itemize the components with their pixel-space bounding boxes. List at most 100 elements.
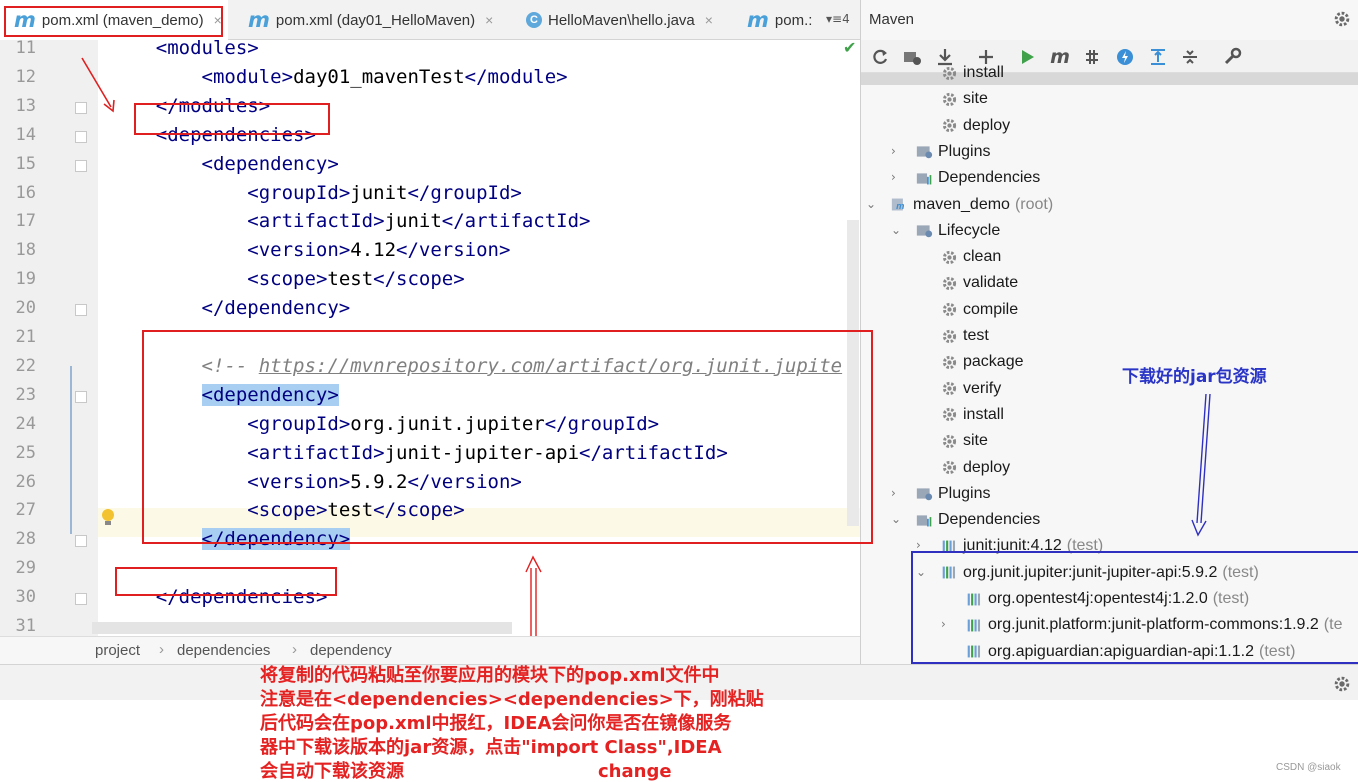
line-number: 20 [15, 298, 36, 319]
tab-overflow-menu[interactable]: ▾≡4 [826, 12, 850, 26]
tree-node[interactable]: package [941, 349, 1029, 375]
gear-icon [941, 249, 963, 266]
fold-toggle-icon[interactable] [75, 535, 87, 548]
tree-node[interactable]: deploy [941, 455, 1015, 481]
tab-hello-java[interactable]: C HelloMaven\hello.java × [518, 0, 743, 40]
tree-node[interactable]: compile [941, 297, 1023, 323]
code-line[interactable]: </dependency> [110, 294, 351, 323]
fold-toggle-icon[interactable] [75, 130, 87, 143]
breadcrumb-project[interactable]: project [95, 642, 140, 659]
tree-node[interactable]: Plugins [916, 481, 995, 507]
chevron-right-icon[interactable]: › [891, 486, 896, 500]
code-line[interactable]: <groupId>junit</groupId> [110, 179, 522, 208]
horizontal-scrollbar[interactable] [92, 622, 512, 634]
gear-icon [941, 433, 963, 450]
tab-pom-other[interactable]: m pom.: [745, 0, 823, 40]
tab-label: pom.xml (day01_HelloMaven) [275, 11, 476, 29]
breadcrumb: project › dependencies › dependency [0, 636, 860, 664]
gear-icon [941, 328, 963, 345]
maven-icon: m [248, 8, 270, 32]
chevron-down-icon[interactable]: ⌄ [866, 197, 876, 211]
toggle-offline-icon[interactable] [1081, 46, 1103, 68]
tree-node[interactable]: site [941, 428, 993, 454]
tree-node[interactable]: site [941, 86, 993, 112]
xml-tag: <module> [202, 66, 294, 88]
show-dependencies-icon[interactable] [1147, 46, 1169, 68]
tree-node[interactable]: validate [941, 270, 1023, 296]
tree-node[interactable]: Plugins [916, 139, 995, 165]
chevron-right-icon[interactable]: › [891, 170, 896, 184]
tag-part: artifactId [258, 210, 374, 233]
tree-node-label: Dependencies [938, 169, 1041, 187]
annotation-line: 器中下载该版本的jar资源，点击"import Class",IDEA [260, 737, 722, 758]
fold-toggle-icon[interactable] [75, 159, 87, 172]
gear-icon[interactable] [1333, 675, 1351, 693]
tag-part: < [247, 268, 259, 291]
tag-part: > [315, 268, 328, 291]
fold-toggle-icon[interactable] [75, 304, 87, 317]
tag-part: </ [201, 297, 225, 320]
tree-node[interactable]: clean [941, 244, 1006, 270]
chevron-down-icon[interactable]: ⌄ [891, 512, 901, 526]
fold-toggle-icon[interactable] [75, 593, 87, 606]
closing-tag: </module> [464, 65, 568, 88]
closing-tag: </groupId> [407, 181, 522, 204]
tree-node[interactable]: Dependencies [916, 165, 1045, 191]
breadcrumb-dependency[interactable]: dependency [310, 642, 392, 659]
execute-goal-icon[interactable]: m [1049, 46, 1071, 68]
annotation-box-dependencies-open [134, 103, 330, 135]
line-number: 25 [15, 442, 36, 463]
tree-node[interactable]: test [941, 323, 994, 349]
code-line[interactable]: <artifactId>junit</artifactId> [110, 207, 591, 236]
tag-part: modules [167, 40, 248, 59]
tree-node[interactable]: Dependencies [916, 507, 1045, 533]
tab-pom-day01[interactable]: m pom.xml (day01_HelloMaven) × [240, 0, 512, 40]
code-line[interactable]: <dependency> [110, 150, 339, 179]
gear-icon [941, 459, 963, 476]
collapse-all-icon[interactable] [1179, 46, 1201, 68]
generate-sources-icon[interactable] [901, 46, 923, 68]
tag-part: scope [258, 268, 316, 291]
tree-node[interactable]: install [941, 402, 1009, 428]
tag-part: > [338, 239, 351, 262]
close-icon[interactable]: × [705, 12, 713, 28]
tag-value: test [327, 268, 374, 291]
line-number: 27 [15, 500, 36, 521]
gear-icon [941, 117, 963, 134]
lightbulb-icon[interactable] [101, 508, 115, 528]
reload-icon[interactable] [869, 46, 891, 68]
tree-node[interactable]: install [941, 60, 1009, 86]
tree-node[interactable]: verify [941, 376, 1006, 402]
run-icon[interactable] [1016, 46, 1038, 68]
settings-wrench-icon[interactable] [1221, 46, 1243, 68]
maven-panel-title: Maven [869, 11, 915, 28]
breadcrumb-dependencies[interactable]: dependencies [177, 642, 270, 659]
code-line[interactable]: <modules> [110, 40, 259, 63]
tree-node[interactable]: m maven_demo (root) [891, 192, 1053, 218]
tag-part: < [155, 40, 168, 59]
line-number: 21 [15, 327, 36, 347]
folder-icon [916, 485, 938, 502]
annotation-line: 注意是在<dependencies><dependencies>下，刚粘贴 [260, 689, 764, 710]
tag-part: > [281, 65, 294, 88]
fold-toggle-icon[interactable] [75, 390, 87, 403]
xml-tag: <dependency> [202, 153, 339, 175]
tree-node[interactable]: deploy [941, 113, 1015, 139]
tree-node-label: compile [963, 300, 1019, 318]
line-number: 19 [15, 269, 36, 290]
closing-tag: </artifactId> [441, 210, 591, 233]
tree-node[interactable]: Lifecycle [916, 218, 1005, 244]
skip-tests-icon[interactable] [1114, 46, 1136, 68]
code-line[interactable]: <scope>test</scope> [110, 265, 464, 294]
gear-icon[interactable] [1333, 10, 1351, 28]
line-number: 18 [15, 240, 36, 261]
annotation-change: change [598, 761, 672, 782]
code-line[interactable]: <version>4.12</version> [110, 236, 510, 265]
code-line[interactable]: <module>day01_mavenTest</module> [110, 63, 568, 92]
chevron-down-icon[interactable]: ⌄ [891, 223, 901, 237]
fold-toggle-icon[interactable] [75, 101, 87, 114]
close-icon[interactable]: × [485, 12, 493, 28]
chevron-right-icon[interactable]: › [891, 144, 896, 158]
